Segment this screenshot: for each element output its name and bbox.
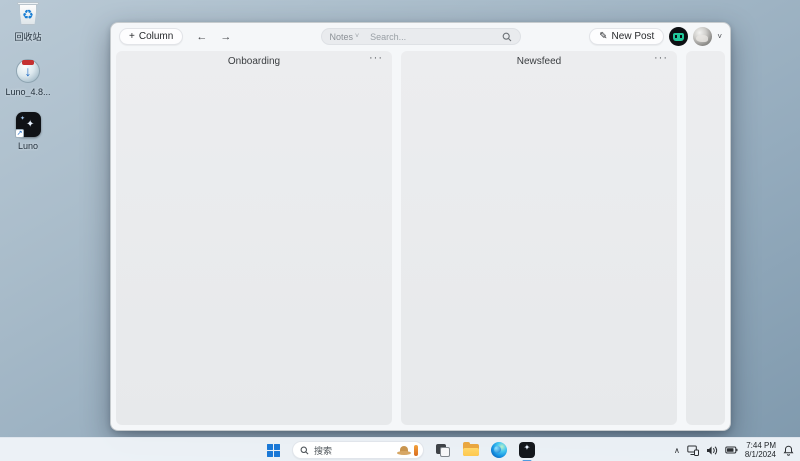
- installer-icon: ↓: [14, 57, 42, 85]
- instance-avatar[interactable]: [669, 27, 688, 46]
- desktop-icon-area: ♻ 回收站 ↓ Luno_4.8... ✦ ✦ ↗ Luno: [0, 0, 56, 151]
- app-toolbar: + Column ← → Notes ˅ Search... ✎ New Pos…: [111, 23, 730, 50]
- column-header: Newsfeed ···: [401, 51, 677, 71]
- taskbar-clock[interactable]: 7:44 PM 8/1/2024: [745, 441, 776, 459]
- recycle-bin-icon: ♻: [14, 0, 42, 28]
- new-post-label: New Post: [612, 31, 655, 42]
- column-title: Onboarding: [228, 56, 280, 67]
- download-arrow-icon: ↓: [14, 63, 42, 79]
- column-menu-button[interactable]: ···: [369, 52, 383, 64]
- desktop-icon-luno-installer[interactable]: ↓ Luno_4.8...: [0, 57, 56, 97]
- desktop-icon-label: 回收站: [14, 30, 41, 43]
- pen-icon: ✎: [599, 32, 607, 42]
- hat-art: [397, 451, 411, 455]
- taskbar-search-placeholder: 搜索: [314, 444, 332, 457]
- notification-bell-icon[interactable]: [783, 445, 794, 456]
- column-header: Onboarding ···: [116, 51, 392, 71]
- system-tray: ∧ 7:44 PM 8/1/2024: [674, 438, 794, 461]
- sparkle-icon: ✦: [20, 115, 25, 122]
- drink-art: [414, 445, 418, 456]
- account-chevron-icon[interactable]: ˅: [717, 32, 722, 41]
- clock-time: 7:44 PM: [746, 441, 776, 450]
- sparkle-icon: ✦: [26, 119, 34, 130]
- file-explorer-button[interactable]: [462, 441, 480, 459]
- search-icon: [300, 446, 309, 455]
- column-onboarding: Onboarding ···: [116, 51, 392, 425]
- app-search-bar[interactable]: Notes ˅ Search...: [321, 28, 521, 45]
- luno-app-icon: ✦ ✦ ↗: [14, 111, 42, 139]
- add-column-label: Column: [139, 31, 173, 42]
- edge-button[interactable]: [490, 441, 508, 459]
- edge-icon: [491, 442, 507, 458]
- column-menu-button[interactable]: ···: [654, 52, 668, 64]
- chevron-down-icon: ˅: [355, 33, 359, 40]
- recycle-symbol-icon: ♻: [22, 8, 34, 21]
- network-display-icon[interactable]: [687, 445, 699, 456]
- search-scope-label: Notes: [330, 32, 354, 42]
- volume-icon[interactable]: [706, 445, 718, 456]
- app-window: + Column ← → Notes ˅ Search... ✎ New Pos…: [110, 22, 731, 431]
- taskbar-center: 搜索: [264, 438, 536, 461]
- search-placeholder: Search...: [370, 32, 406, 42]
- clock-date: 8/1/2024: [745, 450, 776, 459]
- battery-icon[interactable]: [725, 445, 738, 455]
- toolbar-right-group: ✎ New Post ˅: [589, 23, 722, 50]
- folder-icon: [463, 448, 479, 456]
- windows-logo-icon: [267, 444, 280, 457]
- shortcut-arrow-icon: ↗: [15, 129, 24, 138]
- column-partial: [686, 51, 725, 425]
- plus-icon: +: [129, 32, 135, 42]
- search-scope-dropdown[interactable]: Notes ˅: [330, 32, 360, 42]
- search-highlight-image: [396, 443, 420, 458]
- columns-area: Onboarding ··· Newsfeed ···: [116, 51, 725, 425]
- taskbar: 搜索 ∧: [0, 437, 800, 461]
- desktop-icon-label: Luno_4.8...: [5, 87, 50, 97]
- task-view-button[interactable]: [434, 441, 452, 459]
- desktop-icon-luno-app[interactable]: ✦ ✦ ↗ Luno: [0, 111, 56, 151]
- search-icon: [502, 32, 512, 42]
- task-view-icon: [440, 447, 450, 457]
- recycle-bin-body: ♻: [19, 4, 37, 25]
- column-title: Newsfeed: [517, 56, 561, 67]
- app-logo-icon: [673, 33, 684, 41]
- new-post-button[interactable]: ✎ New Post: [589, 28, 664, 45]
- column-newsfeed: Newsfeed ···: [401, 51, 677, 425]
- taskbar-search[interactable]: 搜索: [292, 441, 424, 459]
- add-column-button[interactable]: + Column: [119, 28, 183, 45]
- luno-taskbar-button[interactable]: [518, 441, 536, 459]
- desktop-icon-label: Luno: [18, 141, 38, 151]
- desktop-icon-recycle-bin[interactable]: ♻ 回收站: [0, 0, 56, 43]
- luno-app-icon: [519, 442, 535, 458]
- forward-button[interactable]: →: [220, 31, 231, 43]
- start-button[interactable]: [264, 441, 282, 459]
- tray-chevron-up-icon[interactable]: ∧: [674, 446, 680, 455]
- back-button[interactable]: ←: [196, 31, 207, 43]
- user-avatar[interactable]: [693, 27, 712, 46]
